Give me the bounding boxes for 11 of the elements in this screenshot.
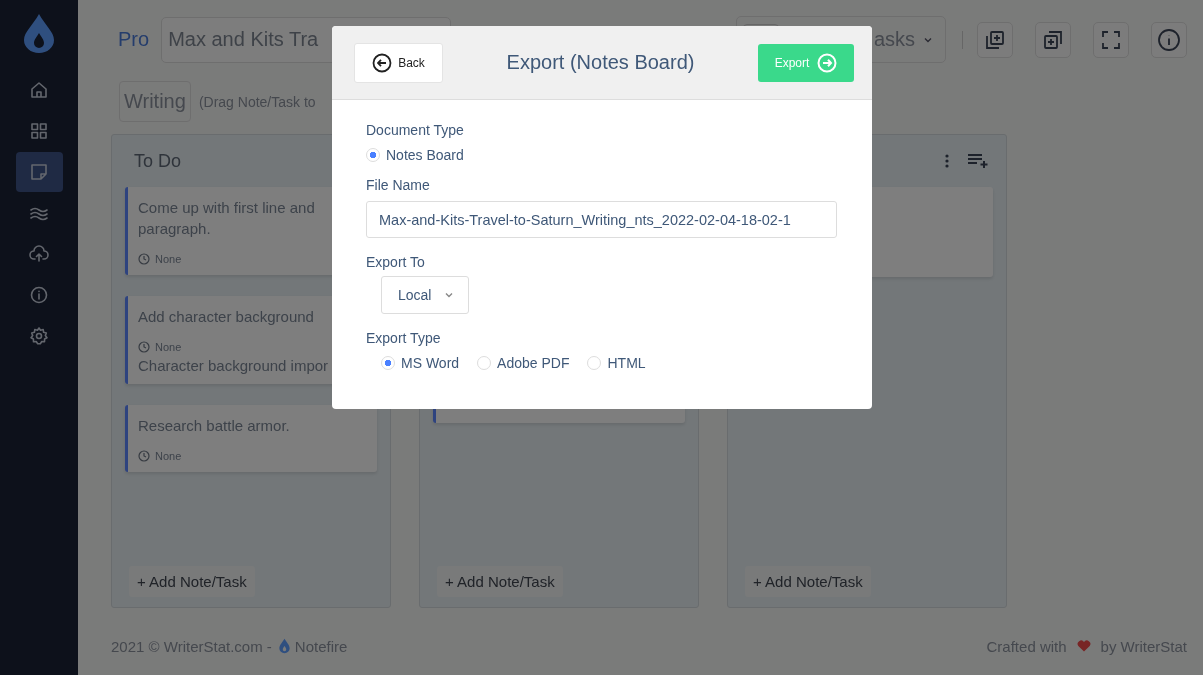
card-title: Come up with first line and paragraph. (138, 198, 316, 239)
card-title: Research battle armor. (138, 416, 291, 436)
plan-label: Pro (117, 28, 151, 51)
due-date: None (155, 341, 182, 353)
dialog-title: Export (Notes Board) (506, 51, 695, 74)
field-label: Document Type (366, 122, 464, 138)
card-title: Add character background (138, 307, 315, 327)
due-date: None (155, 253, 182, 265)
card-note: Character background impor (138, 357, 330, 374)
column-title: To Do (134, 150, 182, 172)
due-date: None (155, 450, 182, 462)
